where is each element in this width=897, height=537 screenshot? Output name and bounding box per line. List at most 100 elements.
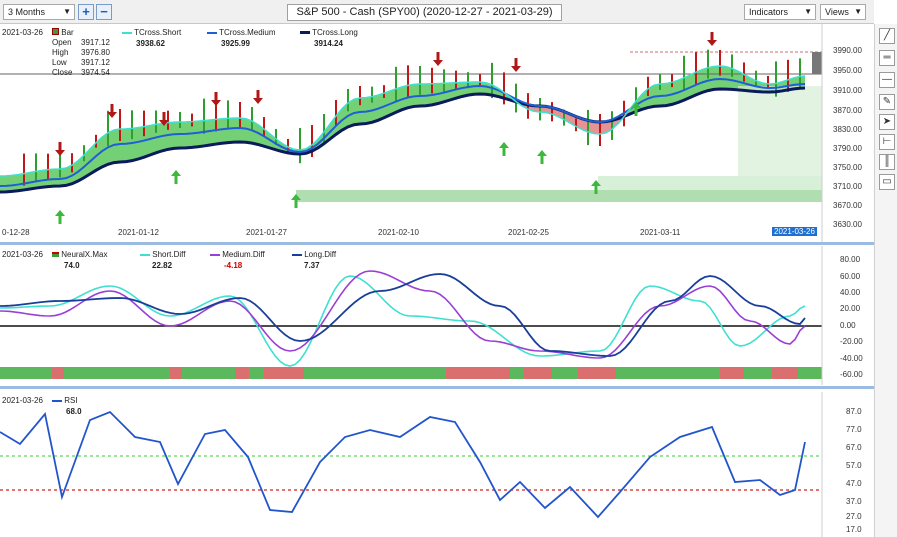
- price-tick: 3790.00: [833, 144, 862, 153]
- line-tool-icon[interactable]: ╱: [879, 28, 895, 44]
- osc-tick: -20.00: [840, 337, 863, 346]
- osc-tick: -40.00: [840, 354, 863, 363]
- tcross-medium-value: 3925.99: [221, 39, 250, 48]
- ruler-icon[interactable]: ⊢: [879, 134, 895, 150]
- legend-tcross-medium: TCross.Medium: [207, 28, 276, 37]
- date-tick: 2021-02-25: [508, 228, 549, 237]
- neuralx-strip-red: [446, 367, 510, 379]
- last-price-marker: [812, 52, 822, 74]
- pane-separator[interactable]: [0, 386, 874, 389]
- rsi-tick: 17.0: [846, 525, 862, 534]
- rsi-pane[interactable]: 2021-03-26 RSI 68.0 87.0 77.0 67.0 57.0 …: [0, 392, 874, 537]
- rsi-tick: 37.0: [846, 497, 862, 506]
- tcross-long-value: 3914.24: [314, 39, 343, 48]
- low-value: 3917.12: [81, 58, 110, 67]
- short-diff-line: [0, 275, 806, 367]
- date-tick: 2021-01-12: [118, 228, 159, 237]
- neuralx-strip-red: [578, 367, 616, 379]
- price-tick: 3750.00: [833, 163, 862, 172]
- rsi-value: 68.0: [66, 407, 82, 416]
- rsi-label: RSI: [64, 396, 78, 405]
- price-tick: 3710.00: [833, 182, 862, 191]
- bar-swatch-icon: [52, 28, 59, 35]
- price-pane[interactable]: 2021-03-26 Bar Open 3917.12 High 3976.80…: [0, 24, 874, 242]
- chevron-down-icon: ▼: [804, 7, 812, 16]
- buy-arrow-icon: [537, 150, 547, 164]
- neuralx-strip-red: [235, 367, 249, 379]
- trend-fill-segment: [6, 175, 12, 192]
- legend-rsi: RSI: [52, 396, 78, 405]
- note-icon[interactable]: ▭: [879, 174, 895, 190]
- rsi-tick: 77.0: [846, 425, 862, 434]
- cursor-icon[interactable]: ➤: [879, 114, 895, 130]
- indicators-select[interactable]: Indicators ▼: [744, 4, 816, 20]
- sell-arrow-icon: [433, 52, 443, 66]
- toolbar: 3 Months ▼ + − S&P 500 - Cash (SPY00) (2…: [0, 0, 874, 24]
- support-zone: [296, 190, 822, 202]
- sell-arrow-icon: [55, 142, 65, 156]
- bars-icon[interactable]: ║: [879, 154, 895, 170]
- tcross-long-label: TCross.Long: [312, 28, 358, 37]
- price-tick: 3630.00: [833, 220, 862, 229]
- views-select[interactable]: Views ▼: [820, 4, 866, 20]
- pane-separator[interactable]: [0, 242, 874, 245]
- sell-arrow-icon: [511, 58, 521, 72]
- views-label: Views: [825, 7, 849, 17]
- neuralx-strip-red: [264, 367, 304, 379]
- neuralx-strip-red: [772, 367, 798, 379]
- high-label: High: [52, 48, 69, 57]
- selected-date-marker[interactable]: 2021-03-26: [772, 227, 817, 236]
- pencil-icon[interactable]: ✎: [879, 94, 895, 110]
- oscillator-chart[interactable]: [0, 246, 874, 385]
- price-chart[interactable]: [0, 24, 874, 242]
- neuralx-strip-green: [0, 367, 822, 379]
- rsi-tick: 47.0: [846, 479, 862, 488]
- short-diff-label: Short.Diff: [152, 250, 186, 259]
- buy-arrow-icon: [171, 170, 181, 184]
- zoom-out-button[interactable]: −: [96, 4, 112, 20]
- minus-tool-icon[interactable]: —: [879, 72, 895, 88]
- legend-date: 2021-03-26: [2, 396, 43, 405]
- zoom-in-button[interactable]: +: [78, 4, 94, 20]
- medium-diff-value: -4.18: [224, 261, 243, 270]
- neuralx-strip-red: [720, 367, 744, 379]
- projection-zone: [738, 86, 822, 176]
- price-tick: 3990.00: [833, 46, 862, 55]
- legend-medium-diff: Medium.Diff: [210, 250, 265, 259]
- date-tick: 2021-02-10: [378, 228, 419, 237]
- rsi-tick: 27.0: [846, 512, 862, 521]
- tcross-medium-label: TCross.Medium: [219, 28, 276, 37]
- close-value: 3974.54: [81, 68, 110, 77]
- period-select[interactable]: 3 Months ▼: [3, 4, 75, 20]
- oscillator-pane[interactable]: 2021-03-26 NeuralX.Max 74.0 Short.Diff 2…: [0, 246, 874, 385]
- neuralx-strip-red: [170, 367, 182, 379]
- legend-bar: Bar: [52, 28, 74, 37]
- hline-tool-icon[interactable]: ═: [879, 50, 895, 66]
- neuralx-label: NeuralX.Max: [61, 250, 108, 259]
- high-value: 3976.80: [81, 48, 110, 57]
- neuralx-strip: [0, 367, 822, 379]
- long-diff-value: 7.37: [304, 261, 320, 270]
- date-tick: 0-12-28: [2, 228, 30, 237]
- legend-date: 2021-03-26: [2, 28, 43, 37]
- long-diff-label: Long.Diff: [304, 250, 337, 259]
- buy-arrow-icon: [499, 142, 509, 156]
- legend-date: 2021-03-26: [2, 250, 43, 259]
- price-tick: 3910.00: [833, 86, 862, 95]
- rsi-chart[interactable]: [0, 392, 874, 537]
- chart-title: S&P 500 - Cash (SPY00) (2020-12-27 - 202…: [287, 4, 562, 21]
- open-value: 3917.12: [81, 38, 110, 47]
- neuralx-strip-red: [52, 367, 64, 379]
- tcross-short-value: 3938.62: [136, 39, 165, 48]
- indicators-label: Indicators: [749, 7, 789, 17]
- osc-tick: 60.00: [840, 272, 861, 281]
- short-diff-value: 22.82: [152, 261, 173, 270]
- legend-neuralx: NeuralX.Max: [52, 250, 107, 259]
- price-tick: 3950.00: [833, 66, 862, 75]
- bar-label: Bar: [61, 28, 74, 37]
- rsi-tick: 67.0: [846, 443, 862, 452]
- date-tick: 2021-03-11: [640, 228, 681, 237]
- price-tick: 3870.00: [833, 106, 862, 115]
- osc-tick: 80.00: [840, 255, 861, 264]
- sell-arrow-icon: [707, 32, 717, 46]
